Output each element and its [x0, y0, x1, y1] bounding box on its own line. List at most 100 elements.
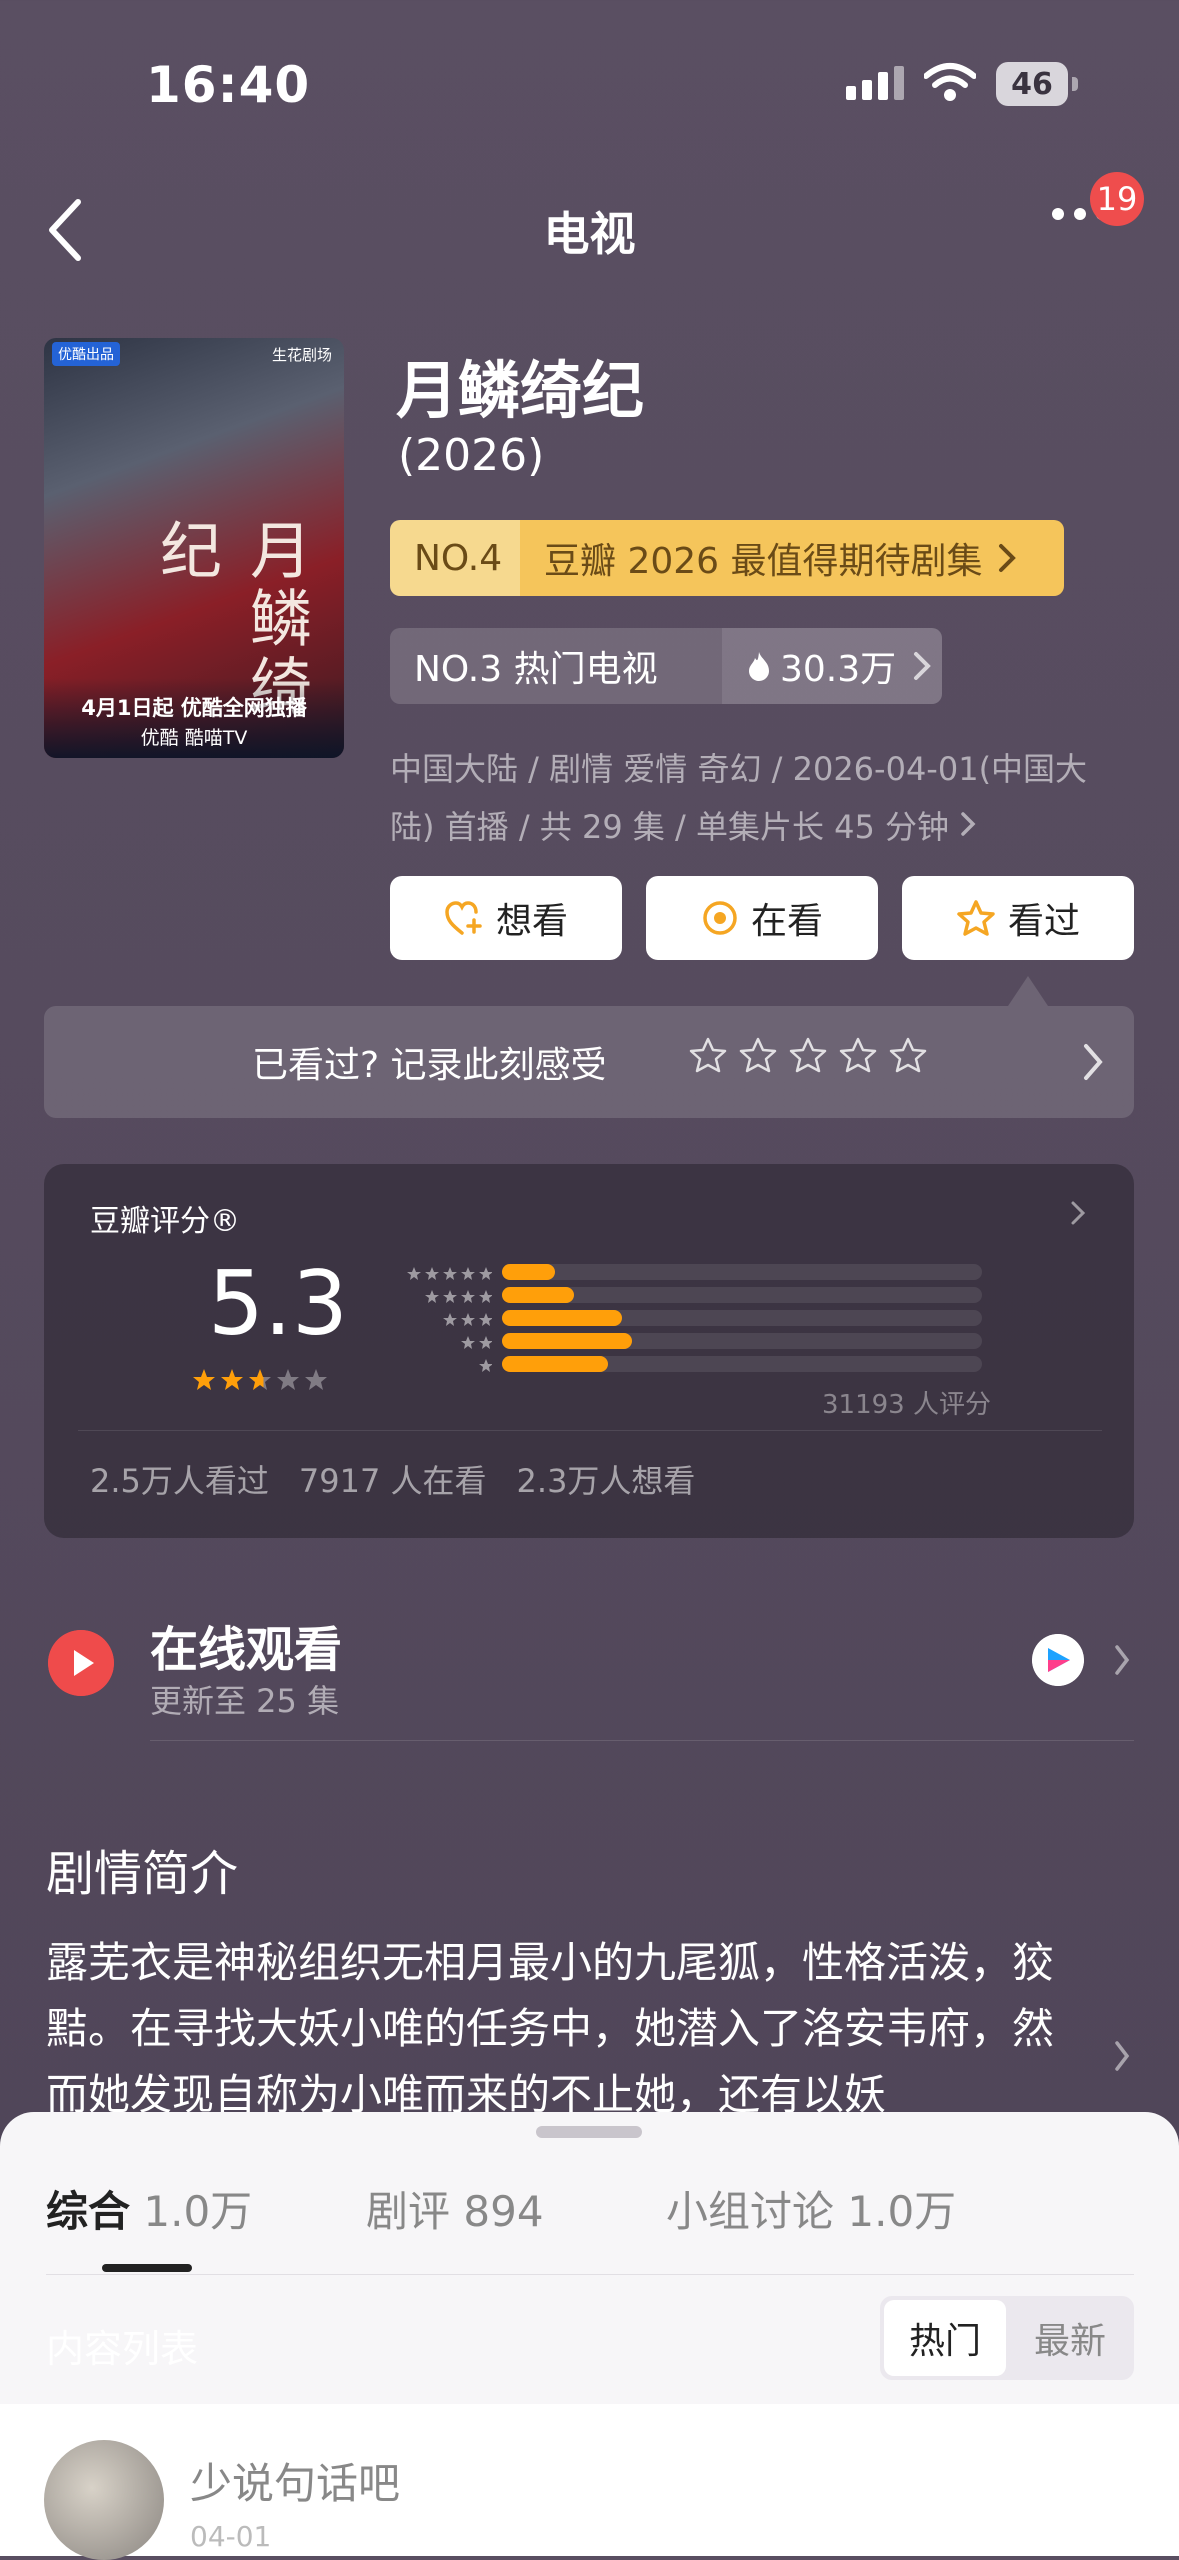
rating-star-icon [249, 1369, 271, 1390]
rating-bar-fill [502, 1356, 608, 1372]
tab-reviews[interactable]: 剧评 894 [366, 2178, 666, 2239]
sort-segmented-control: 热门 最新 [880, 2296, 1134, 2380]
star-level-glyph [461, 1313, 475, 1326]
wifi-icon [924, 63, 976, 101]
status-time: 16:40 [146, 56, 311, 114]
heart-plus-icon [445, 901, 482, 935]
rating-star-icon [193, 1369, 215, 1390]
rating-star-icon [277, 1369, 299, 1390]
star-level-glyph [479, 1313, 492, 1326]
ranking-text: 豆瓣 2026 最值得期待剧集 [544, 541, 983, 582]
ranking-number: NO.4 [390, 520, 520, 596]
want-label: 想看 [495, 901, 568, 942]
rating-bar-fill [502, 1310, 622, 1326]
star-empty-icon[interactable] [838, 1036, 878, 1074]
rating-star-icon [221, 1369, 243, 1390]
tab-group-label: 小组讨论 [666, 2187, 835, 2236]
rating-bar-track [502, 1333, 982, 1349]
show-meta-text: 中国大陆 / 剧情 爱情 奇幻 / 2026-04-01(中国大陆) 首播 / … [390, 750, 1088, 846]
stat-watched: 2.5万人看过 [90, 1462, 269, 1500]
poster-platform: 优酷 酷喵TV [140, 727, 248, 749]
chevron-right-icon [998, 544, 1016, 572]
rating-stars [192, 1368, 328, 1392]
star-level-glyph [479, 1290, 492, 1303]
rating-count: 31193 人评分 [822, 1390, 991, 1420]
online-watch-sub: 更新至 25 集 [150, 1682, 340, 1720]
avatar[interactable] [44, 2440, 164, 2560]
page-title: 电视 [543, 207, 636, 261]
watching-label: 在看 [750, 901, 823, 942]
sheet-drag-handle[interactable] [536, 2126, 642, 2138]
star-empty-icon[interactable] [738, 1036, 778, 1074]
online-watch-title[interactable]: 在线观看 [150, 1610, 342, 1680]
rating-bar-fill [502, 1264, 555, 1280]
show-title: 月鳞绮纪 [396, 354, 645, 427]
synopsis-text[interactable]: 露芜衣是神秘组织无相月最小的九尾狐，性格活泼，狡黠。在寻找大妖小唯的任务中，她潜… [46, 1930, 1086, 2114]
poster-tag-theater: 生花剧场 [271, 346, 332, 364]
comment-row[interactable] [0, 2404, 1179, 2556]
poster-image[interactable]: 优酷出品 生花剧场 月鳞绮纪 4月1日起 优酷全网独播 优酷 酷喵TV [44, 338, 344, 758]
chevron-right-icon [961, 812, 976, 836]
star-empty-icon[interactable] [888, 1036, 928, 1074]
hot-tv-chip[interactable]: NO.3 热门电视 30.3万 [390, 628, 942, 704]
star-level-glyph [443, 1267, 457, 1280]
star-level-glyph [443, 1313, 457, 1326]
star-level-glyph [479, 1267, 492, 1280]
rating-score: 5.3 [208, 1252, 348, 1355]
stat-want: 2.3万人想看 [516, 1462, 696, 1500]
rating-bar-fill [502, 1333, 632, 1349]
rating-label: 豆瓣评分® [90, 1204, 240, 1239]
star-outline-icon [957, 900, 995, 936]
cellular-signal-icon [846, 66, 904, 100]
poster-date: 4月1日起 优酷全网独播 [81, 696, 307, 720]
poster-tag-youku: 优酷出品 [52, 342, 120, 366]
star-level-glyph [443, 1290, 457, 1303]
star-level-glyph [425, 1290, 439, 1303]
star-level-glyph [461, 1336, 475, 1349]
content-list-label: 内容列表 [46, 2327, 199, 2371]
rating-bar-track [502, 1310, 982, 1326]
ranking-chip[interactable]: NO.4 豆瓣 2026 最值得期待剧集 [390, 520, 1064, 596]
show-meta[interactable]: 中国大陆 / 剧情 爱情 奇幻 / 2026-04-01(中国大陆) 首播 / … [390, 740, 1130, 856]
rating-bar-fill [502, 1287, 574, 1303]
rating-stats: 2.5万人看过 7917 人在看 2.3万人想看 [90, 1456, 695, 1502]
show-year: (2026) [398, 430, 545, 481]
tab-group-discussion[interactable]: 小组讨论 1.0万 [666, 2178, 956, 2239]
tab-overall[interactable]: 综合 1.0万 [46, 2178, 366, 2239]
rating-bar-track [502, 1356, 982, 1372]
comment-date: 04-01 [190, 2520, 272, 2553]
star-level-labels [407, 1267, 492, 1372]
target-icon [703, 901, 737, 935]
stat-watching: 7917 人在看 [298, 1462, 487, 1500]
tab-group-count: 1.0万 [847, 2187, 957, 2236]
star-level-glyph [479, 1359, 492, 1372]
comment-input-placeholder[interactable]: 少说句话吧 [190, 2450, 400, 2511]
watching-button[interactable]: 在看 [646, 876, 878, 960]
star-level-glyph [479, 1336, 492, 1349]
star-level-glyph [461, 1267, 475, 1280]
sort-hot-button[interactable]: 热门 [884, 2300, 1006, 2376]
watched-button[interactable]: 看过 [902, 876, 1134, 960]
hot-rank: NO.3 热门电视 [390, 628, 722, 704]
star-level-glyph [407, 1267, 421, 1280]
battery-icon: 46 [996, 62, 1080, 106]
rating-bar-track [502, 1287, 982, 1303]
want-to-watch-button[interactable]: 想看 [390, 876, 622, 960]
battery-level: 46 [996, 62, 1068, 106]
chevron-right-icon [914, 652, 932, 680]
star-empty-icon[interactable] [688, 1036, 728, 1074]
youku-icon[interactable] [1032, 1634, 1084, 1686]
star-level-glyph [425, 1267, 439, 1280]
star-empty-icon[interactable] [788, 1036, 828, 1074]
sort-new-button[interactable]: 最新 [1010, 2300, 1130, 2376]
rating-star-icon [305, 1369, 327, 1390]
chevron-right-icon [1115, 1645, 1130, 1675]
record-prompt: 已看过? 记录此刻感受 [252, 1045, 607, 1086]
rating-bar-track [502, 1264, 982, 1280]
play-icon[interactable] [48, 1630, 114, 1696]
divider [46, 2274, 1134, 2275]
watched-label: 看过 [1007, 901, 1080, 942]
tab-overall-label: 综合 [46, 2187, 131, 2236]
record-stars[interactable] [688, 1036, 928, 1074]
chevron-right-icon [1115, 2041, 1130, 2071]
